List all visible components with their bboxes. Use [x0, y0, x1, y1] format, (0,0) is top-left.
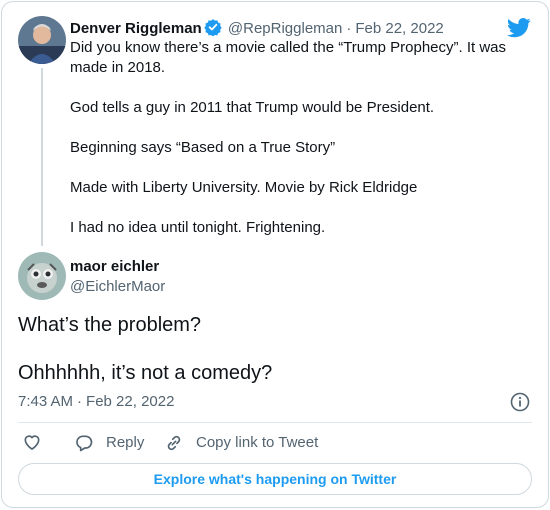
- tweet-paragraph: Beginning says “Based on a True Story”: [70, 139, 336, 156]
- avatar-photo-icon: [18, 16, 66, 64]
- tweet-time: 7:43 AM: [18, 393, 74, 410]
- tweet-date[interactable]: Feb 22, 2022: [355, 20, 443, 37]
- separator-dot: ·: [346, 20, 352, 37]
- like-button[interactable]: [22, 432, 42, 452]
- reply-button[interactable]: Reply: [74, 432, 144, 454]
- tweet-timestamp[interactable]: 7:43 AM · Feb 22, 2022: [18, 392, 174, 412]
- thread-connector-line: [41, 68, 43, 246]
- reply-label: Reply: [106, 434, 145, 451]
- tweet-paragraph: Ohhhhhh, it’s not a comedy?: [18, 362, 273, 384]
- avatar[interactable]: [18, 16, 66, 64]
- author-handle[interactable]: @EichlerMaor: [70, 277, 165, 297]
- author-handle[interactable]: @RepRiggleman: [228, 20, 342, 37]
- tweet-paragraph: I had no idea until tonight. Frightening…: [70, 219, 326, 236]
- divider: [18, 422, 532, 423]
- reply-icon: [76, 435, 93, 452]
- author-name[interactable]: Denver Riggleman: [70, 20, 202, 37]
- copy-link-button[interactable]: Copy link to Tweet: [164, 432, 318, 454]
- tweet-paragraph: Made with Liberty University. Movie by R…: [70, 179, 418, 196]
- copy-link-label: Copy link to Tweet: [196, 434, 319, 451]
- tweet-embed-card: Denver Riggleman @RepRiggleman · Feb 22, 2…: [1, 1, 549, 508]
- author-name[interactable]: maor eichler: [70, 257, 159, 277]
- tweet-paragraph: God tells a guy in 2011 that Trump would…: [70, 99, 435, 116]
- tweet-text: What’s the problem? Ohhhhhh, it’s not a …: [18, 313, 518, 385]
- info-icon[interactable]: [510, 392, 530, 417]
- avatar-photo-icon: [18, 252, 66, 300]
- tweet-date: Feb 22, 2022: [86, 393, 175, 410]
- explore-twitter-button[interactable]: Explore what's happening on Twitter: [18, 463, 532, 495]
- link-icon: [167, 435, 181, 451]
- avatar[interactable]: [18, 252, 66, 300]
- separator-dot: ·: [77, 393, 83, 410]
- tweet-paragraph: What’s the problem?: [18, 314, 202, 336]
- tweet-paragraph: Did you know there’s a movie called the …: [70, 39, 507, 76]
- parent-tweet-text: Did you know there’s a movie called the …: [70, 38, 520, 238]
- heart-icon: [24, 435, 40, 450]
